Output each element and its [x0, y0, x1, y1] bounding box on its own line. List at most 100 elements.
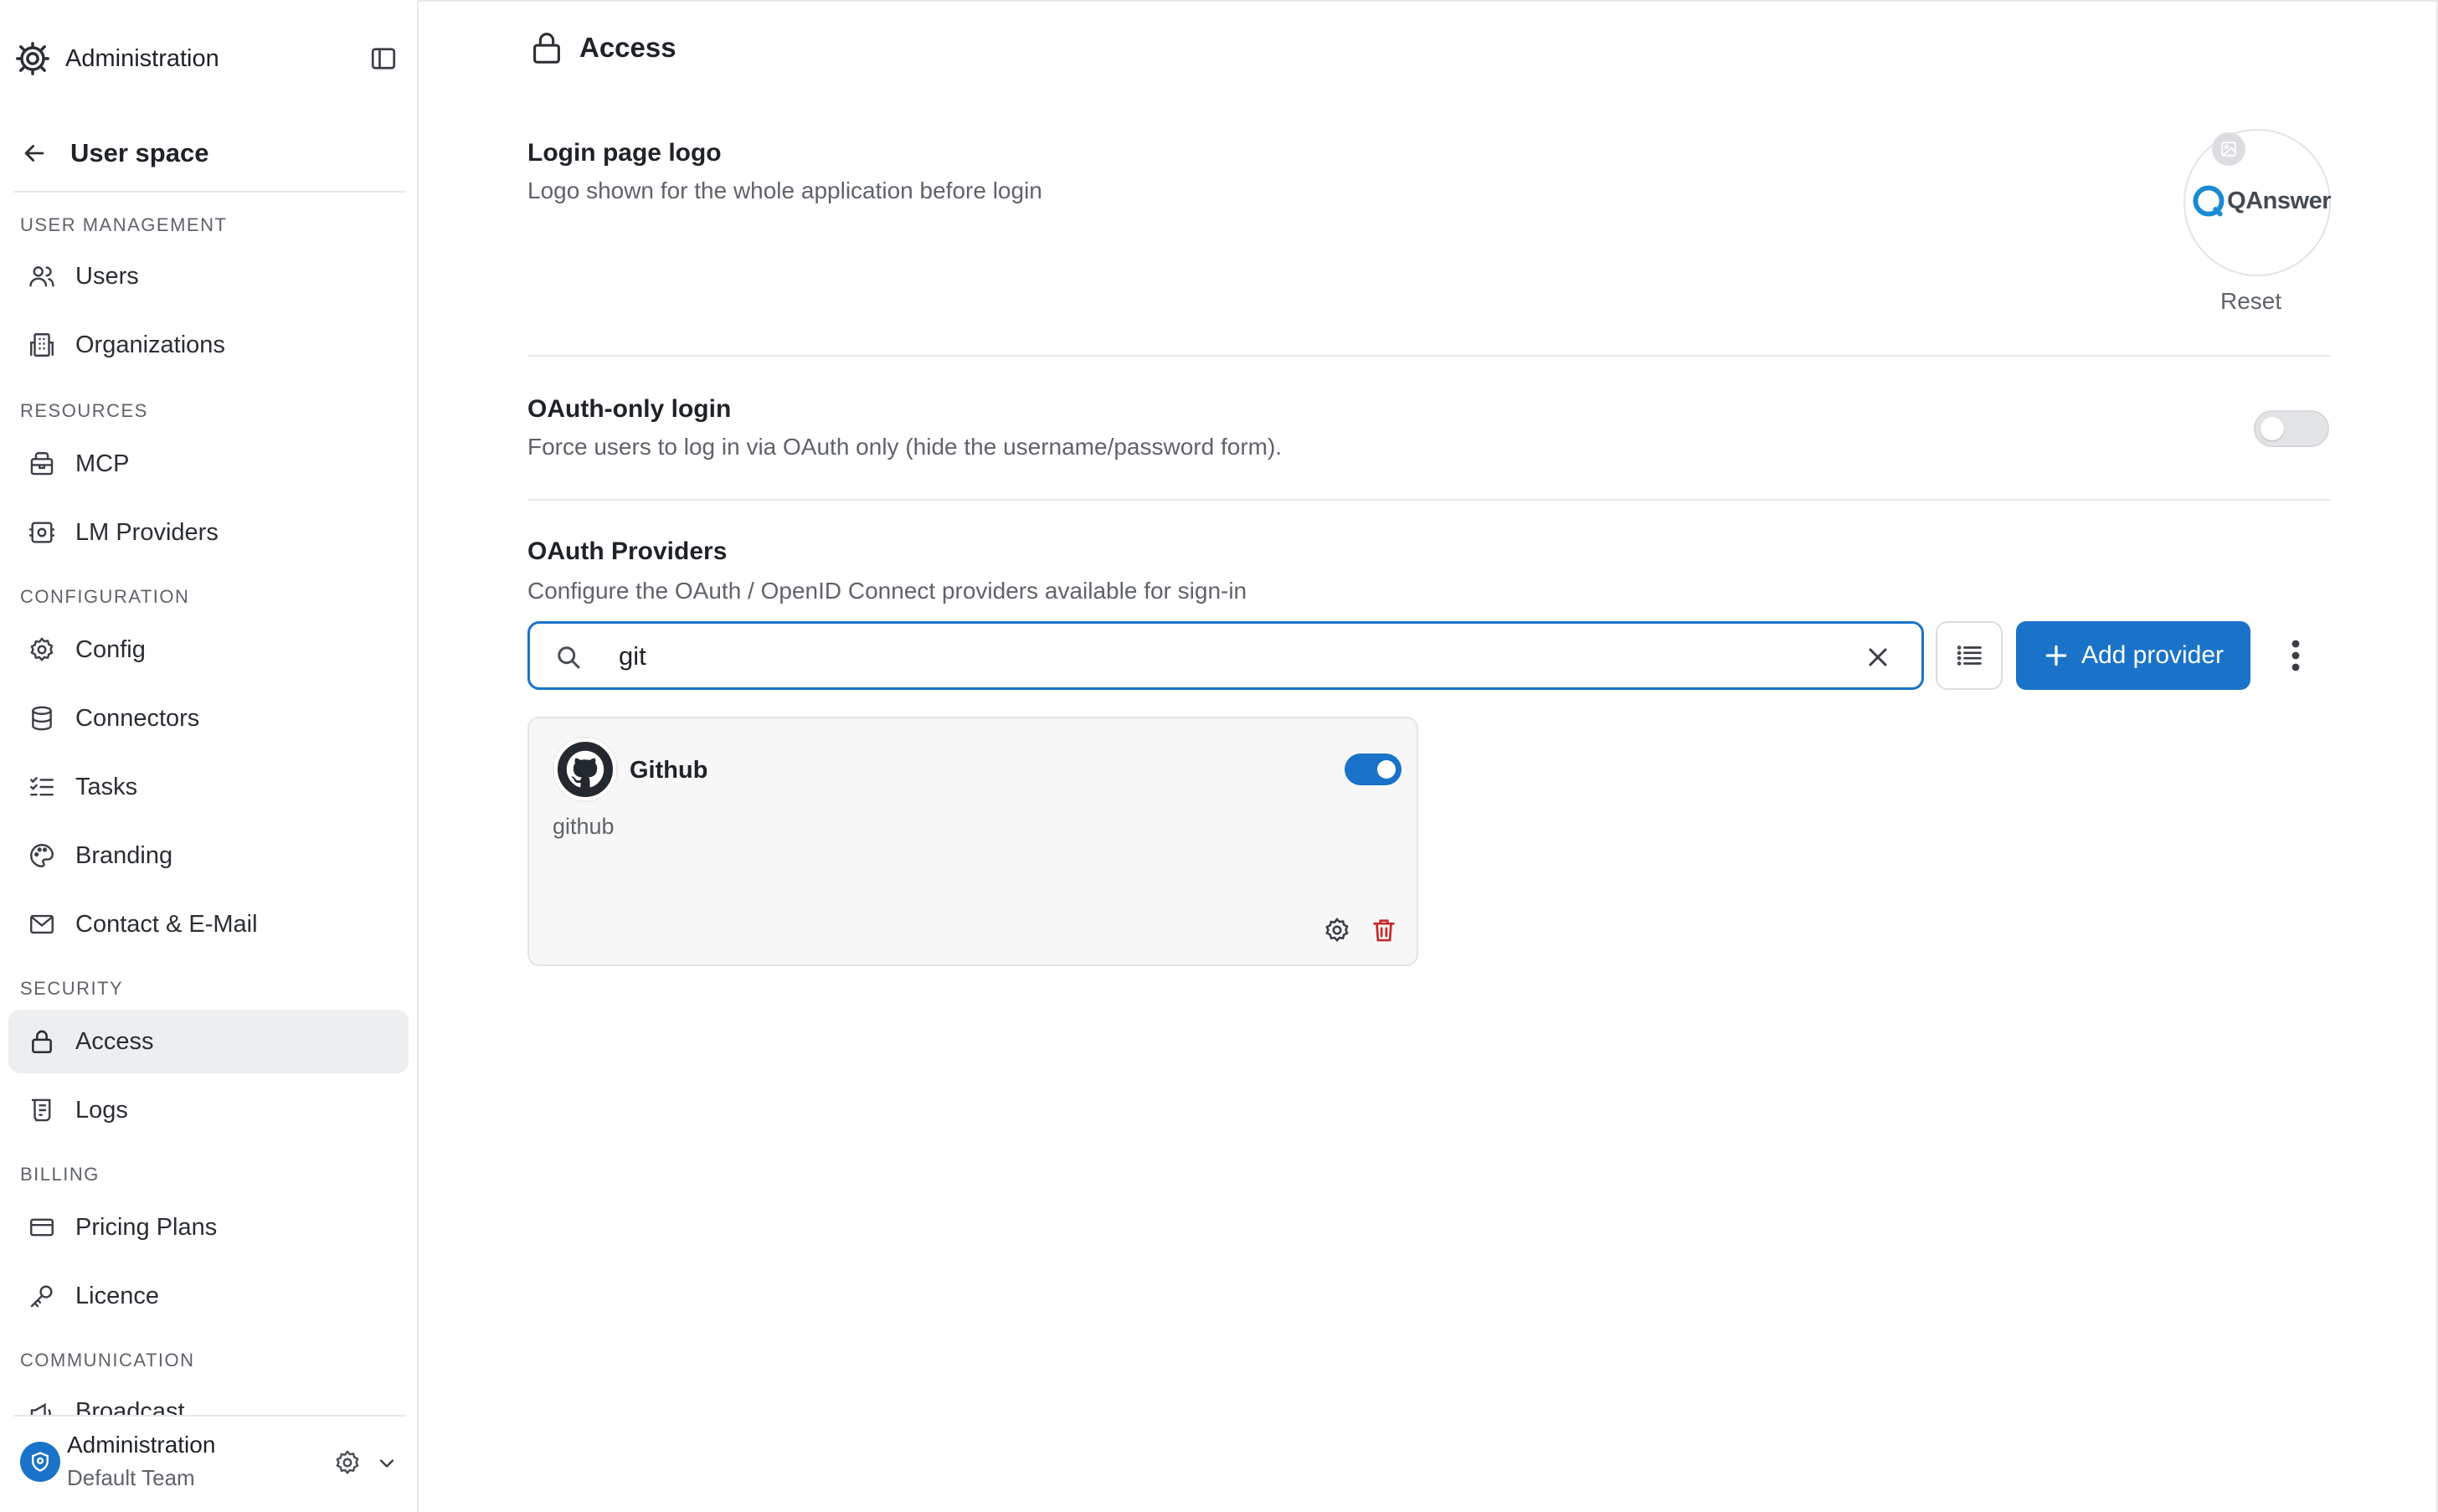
avatar: [20, 1442, 60, 1482]
arrow-left-icon: [24, 145, 44, 162]
delete-provider-icon[interactable]: [1370, 916, 1398, 944]
credit-card-icon: [30, 1218, 54, 1237]
sidebar-header: Administration: [13, 37, 399, 80]
provider-settings-icon[interactable]: [1323, 916, 1351, 944]
page-header: Access: [527, 28, 676, 67]
sidebar-item-label: Access: [75, 1027, 154, 1055]
palette-icon: [30, 844, 54, 867]
add-provider-label: Add provider: [2081, 641, 2225, 669]
sidebar-item-pricing-plans[interactable]: Pricing Plans: [8, 1196, 409, 1259]
section-security: SECURITY: [20, 978, 124, 999]
toggle-knob: [2261, 417, 2284, 440]
sidebar-item-tasks[interactable]: Tasks: [8, 755, 409, 819]
users-icon: [29, 266, 54, 287]
back-to-user-space[interactable]: User space: [20, 132, 405, 174]
provider-card[interactable]: Github github: [527, 717, 1418, 966]
qanswer-logo-mark: [2193, 185, 2225, 217]
sidebar-item-branding[interactable]: Branding: [8, 824, 409, 887]
sidebar-item-broadcast[interactable]: Broadcast: [8, 1381, 409, 1415]
section-communication: COMMUNICATION: [20, 1350, 195, 1371]
section-user-management: USER MANAGEMENT: [20, 214, 228, 235]
search-input[interactable]: [619, 635, 1791, 677]
sidebar-item-logs[interactable]: Logs: [8, 1078, 409, 1142]
sidebar-item-label: Connectors: [75, 704, 200, 732]
search-icon: [558, 646, 580, 669]
oauth-only-toggle[interactable]: [2254, 410, 2329, 447]
provider-name: Github: [630, 757, 708, 784]
login-logo-preview[interactable]: QAnswer: [2183, 129, 2331, 276]
back-label: User space: [70, 138, 209, 167]
sidebar-item-config[interactable]: Config: [8, 618, 409, 681]
add-provider-button[interactable]: Add provider: [2016, 621, 2250, 690]
sidebar-item-connectors[interactable]: Connectors: [8, 687, 409, 750]
robot-icon: [29, 522, 54, 543]
sidebar-toggle-icon[interactable]: [368, 44, 399, 74]
more-vertical-icon: [2291, 640, 2300, 671]
mail-icon: [30, 914, 54, 934]
sidebar-item-label: Pricing Plans: [75, 1213, 218, 1241]
building-icon: [30, 333, 54, 357]
sidebar-item-label: Broadcast: [75, 1398, 185, 1415]
account-settings-icon[interactable]: [333, 1448, 362, 1477]
account-switcher[interactable]: Administration Default Team: [17, 1428, 402, 1495]
sidebar-item-access[interactable]: Access: [8, 1010, 409, 1073]
megaphone-icon: [30, 1403, 51, 1415]
divider: [13, 1415, 405, 1417]
sidebar-item-users[interactable]: Users: [8, 244, 409, 308]
sidebar-item-lm-providers[interactable]: LM Providers: [8, 501, 409, 564]
toggle-knob: [1377, 760, 1396, 779]
oauth-providers-description: Configure the OAuth / OpenID Connect pro…: [527, 578, 1247, 604]
divider: [527, 355, 2331, 357]
lock-icon: [533, 33, 560, 64]
admin-gear-icon: [16, 42, 49, 75]
divider: [527, 499, 2331, 501]
clear-icon[interactable]: [1863, 642, 1893, 672]
sidebar-item-label: Organizations: [75, 331, 225, 358]
account-team: Default Team: [67, 1465, 195, 1490]
divider: [13, 191, 405, 193]
sidebar-item-contact[interactable]: Contact & E-Mail: [8, 892, 409, 956]
chevron-down-icon[interactable]: [375, 1452, 399, 1475]
scroll-icon: [31, 1098, 51, 1122]
sidebar-item-organizations[interactable]: Organizations: [8, 313, 409, 377]
login-logo-title: Login page logo: [527, 139, 722, 167]
logo-text: QAnswer: [2227, 187, 2331, 214]
account-name: Administration: [67, 1432, 216, 1458]
page-title: Access: [579, 32, 676, 63]
sidebar-app-title: Administration: [65, 44, 219, 72]
list-icon: [1957, 645, 1982, 666]
reset-logo-button[interactable]: Reset: [2220, 288, 2281, 315]
provider-search: [527, 621, 1924, 690]
sidebar-item-label: Users: [75, 262, 139, 290]
qanswer-logo: QAnswer: [2185, 183, 2333, 219]
section-billing: BILLING: [20, 1164, 100, 1185]
oauth-only-title: OAuth-only login: [527, 395, 732, 423]
sidebar-item-mcp[interactable]: MCP: [8, 432, 409, 496]
shield-icon: [32, 1452, 49, 1472]
oauth-providers-title: OAuth Providers: [527, 537, 728, 565]
sidebar-item-label: Tasks: [75, 773, 138, 800]
provider-enabled-toggle[interactable]: [1345, 753, 1402, 785]
package-icon: [30, 452, 54, 476]
sidebar-item-label: Config: [75, 635, 146, 663]
sidebar: Administration User space USER MANAGEMEN…: [0, 0, 419, 1512]
change-logo-button[interactable]: [2212, 132, 2245, 166]
list-view-button[interactable]: [1936, 621, 2003, 690]
checklist-icon: [30, 777, 54, 796]
sidebar-item-label: Contact & E-Mail: [75, 910, 258, 938]
main-content: Access Login page logo Logo shown for th…: [420, 0, 2436, 1512]
sidebar-item-label: Branding: [75, 841, 173, 869]
more-options-button[interactable]: [2281, 636, 2311, 675]
github-icon: [553, 738, 617, 801]
provider-slug: github: [553, 814, 615, 839]
database-icon: [32, 706, 52, 731]
sidebar-item-licence[interactable]: Licence: [8, 1264, 409, 1328]
oauth-only-description: Force users to log in via OAuth only (hi…: [527, 434, 1283, 460]
settings-icon: [30, 637, 54, 661]
key-icon: [30, 1285, 53, 1308]
github-logo: [553, 737, 618, 802]
sidebar-item-label: Logs: [75, 1096, 128, 1124]
sidebar-item-label: MCP: [75, 450, 130, 477]
section-resources: RESOURCES: [20, 400, 148, 421]
plus-icon: [2045, 645, 2067, 666]
